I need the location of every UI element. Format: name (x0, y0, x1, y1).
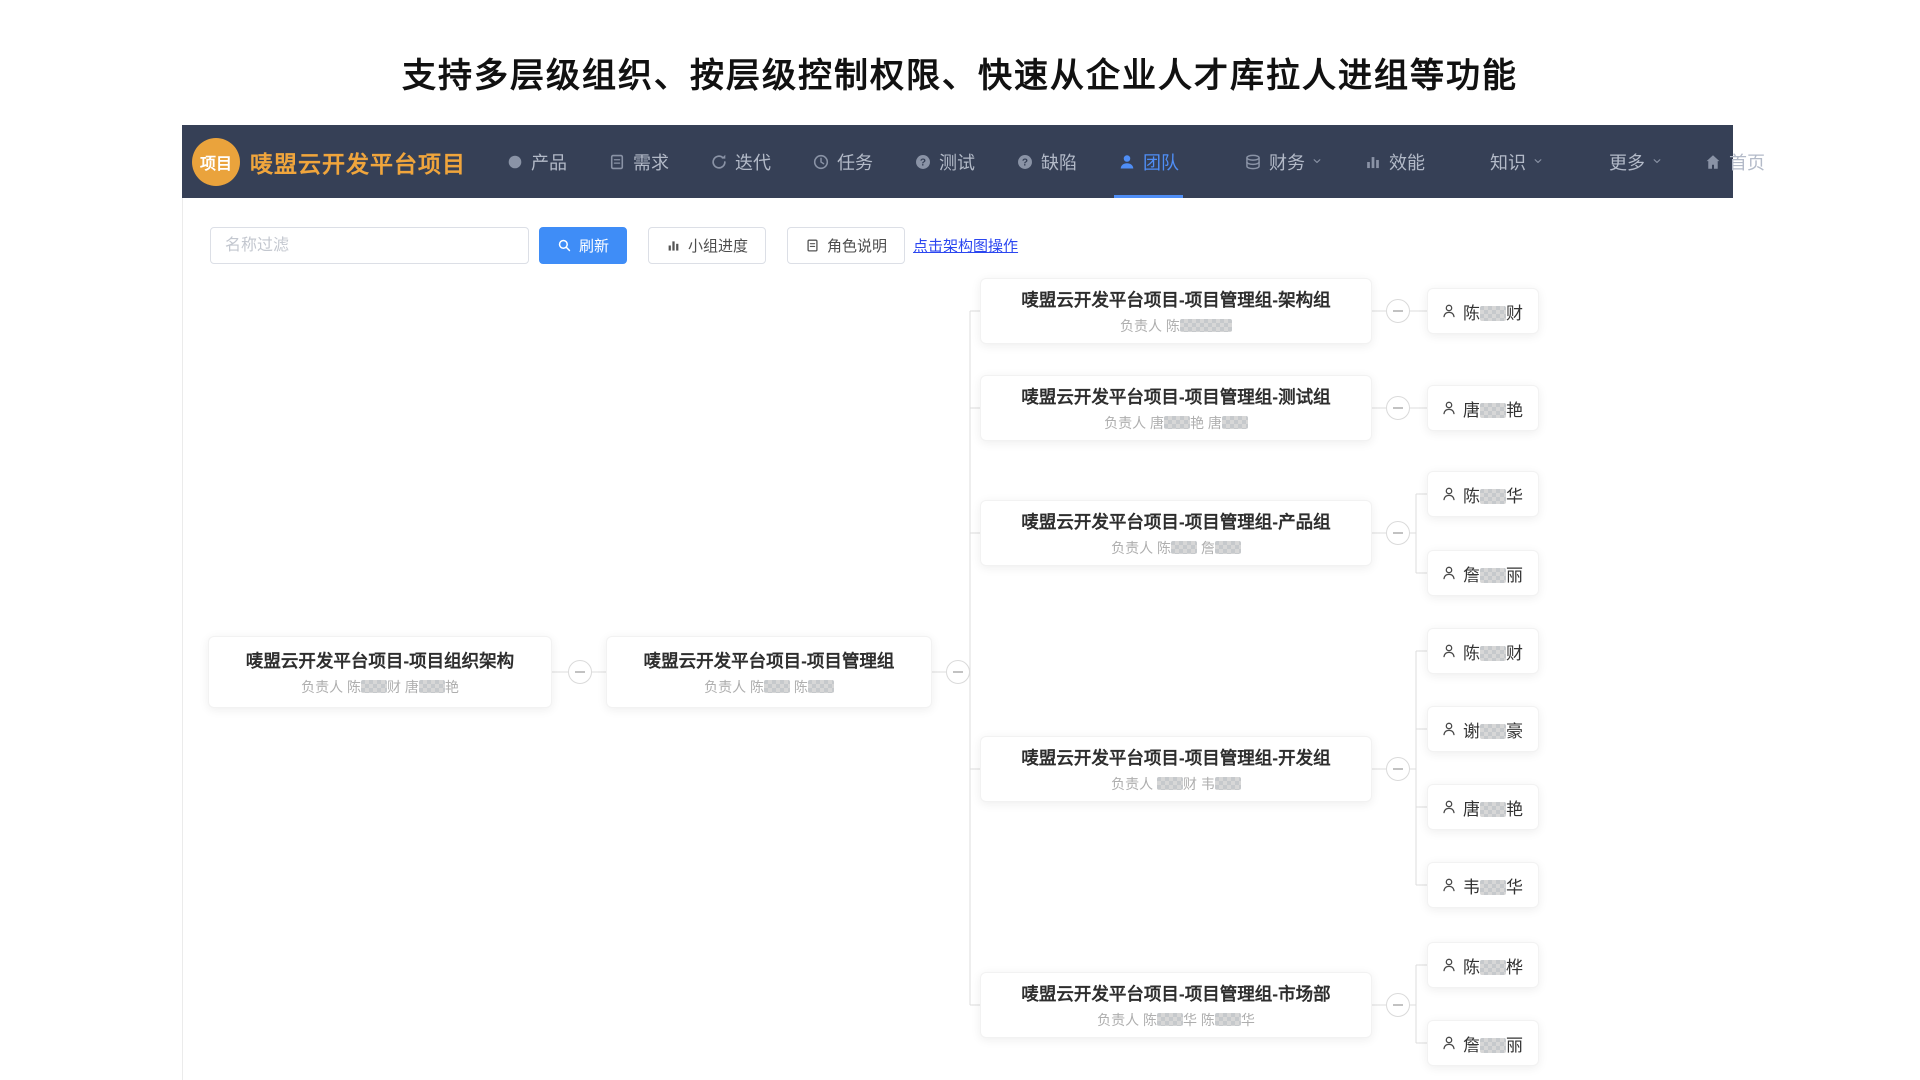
org-node-group-4[interactable]: 唛盟云开发平台项目-项目管理组-开发组负责人 财 韦 (980, 736, 1372, 802)
member-name: 韦华 (1463, 873, 1523, 898)
screen: 支持多层级组织、按层级控制权限、快速从企业人才库拉人进组等功能 项目 唛盟云开发… (0, 0, 1920, 1080)
member-chip[interactable]: 陈桦 (1427, 942, 1539, 988)
collapse-toggle[interactable] (568, 660, 592, 684)
censored-text (419, 680, 445, 693)
collapse-toggle[interactable] (1386, 757, 1410, 781)
censored-text (1157, 777, 1183, 790)
censored-text (1480, 568, 1506, 583)
person-outline-icon (1441, 565, 1457, 581)
person-outline-icon (1441, 400, 1457, 416)
org-node-title: 唛盟云开发平台项目-项目管理组-架构组 (1021, 287, 1330, 312)
collapse-toggle[interactable] (946, 660, 970, 684)
collapse-toggle[interactable] (1386, 521, 1410, 545)
minus-icon (953, 671, 963, 673)
censored-text (1480, 646, 1506, 661)
censored-text (1164, 416, 1190, 429)
org-node-manager[interactable]: 唛盟云开发平台项目-项目管理组负责人 陈 陈 (606, 636, 932, 708)
censored-text (808, 680, 834, 693)
member-chip[interactable]: 唐艳 (1427, 784, 1539, 830)
member-name: 陈华 (1463, 482, 1523, 507)
member-name: 陈财 (1463, 299, 1523, 324)
censored-text (1215, 1013, 1241, 1026)
org-node-group-5[interactable]: 唛盟云开发平台项目-项目管理组-市场部负责人 陈华 陈华 (980, 972, 1372, 1038)
member-name: 詹丽 (1463, 561, 1523, 586)
org-node-leaders: 负责人 陈 (1120, 316, 1232, 336)
member-chip[interactable]: 陈华 (1427, 471, 1539, 517)
member-name: 唐艳 (1463, 396, 1523, 421)
org-node-leaders: 负责人 陈 陈 (704, 677, 834, 697)
org-node-leaders: 负责人 陈财 唐艳 (301, 677, 459, 697)
collapse-toggle[interactable] (1386, 396, 1410, 420)
censored-text (1480, 724, 1506, 739)
org-node-leaders: 负责人 唐艳 唐 (1104, 413, 1248, 433)
member-chip[interactable]: 陈财 (1427, 628, 1539, 674)
connector-lines (0, 0, 1920, 1080)
person-outline-icon (1441, 303, 1457, 319)
member-chip[interactable]: 陈财 (1427, 288, 1539, 334)
member-name: 陈财 (1463, 639, 1523, 664)
org-node-leaders: 负责人 财 韦 (1111, 774, 1241, 794)
member-chip[interactable]: 詹丽 (1427, 550, 1539, 596)
member-name: 唐艳 (1463, 795, 1523, 820)
person-outline-icon (1441, 799, 1457, 815)
org-node-leaders: 负责人 陈华 陈华 (1097, 1010, 1255, 1030)
org-node-root[interactable]: 唛盟云开发平台项目-项目组织架构负责人 陈财 唐艳 (208, 636, 552, 708)
minus-icon (1393, 407, 1403, 409)
censored-text (1480, 489, 1506, 504)
censored-text (1480, 802, 1506, 817)
censored-text (764, 680, 790, 693)
minus-icon (575, 671, 585, 673)
censored-text (1480, 960, 1506, 975)
person-outline-icon (1441, 877, 1457, 893)
org-node-title: 唛盟云开发平台项目-项目管理组 (644, 648, 895, 673)
member-chip[interactable]: 韦华 (1427, 862, 1539, 908)
censored-text (1480, 880, 1506, 895)
minus-icon (1393, 768, 1403, 770)
person-outline-icon (1441, 1035, 1457, 1051)
person-outline-icon (1441, 721, 1457, 737)
censored-text (1222, 416, 1248, 429)
minus-icon (1393, 1004, 1403, 1006)
censored-text (1157, 1013, 1183, 1026)
censored-text (361, 680, 387, 693)
org-node-group-2[interactable]: 唛盟云开发平台项目-项目管理组-测试组负责人 唐艳 唐 (980, 375, 1372, 441)
censored-text (1215, 541, 1241, 554)
org-node-title: 唛盟云开发平台项目-项目管理组-测试组 (1021, 384, 1330, 409)
member-chip[interactable]: 谢豪 (1427, 706, 1539, 752)
org-node-leaders: 负责人 陈 詹 (1111, 538, 1241, 558)
censored-text (1480, 306, 1506, 321)
person-outline-icon (1441, 643, 1457, 659)
censored-text (1215, 777, 1241, 790)
censored-text (1480, 1038, 1506, 1053)
member-name: 詹丽 (1463, 1031, 1523, 1056)
member-chip[interactable]: 唐艳 (1427, 385, 1539, 431)
member-chip[interactable]: 詹丽 (1427, 1020, 1539, 1066)
censored-text (1171, 541, 1197, 554)
org-chart-canvas: 唛盟云开发平台项目-项目组织架构负责人 陈财 唐艳唛盟云开发平台项目-项目管理组… (0, 0, 1920, 1080)
minus-icon (1393, 310, 1403, 312)
person-outline-icon (1441, 486, 1457, 502)
org-node-title: 唛盟云开发平台项目-项目组织架构 (246, 648, 514, 673)
org-node-title: 唛盟云开发平台项目-项目管理组-开发组 (1021, 745, 1330, 770)
org-node-title: 唛盟云开发平台项目-项目管理组-产品组 (1021, 509, 1330, 534)
censored-text (1480, 403, 1506, 418)
person-outline-icon (1441, 957, 1457, 973)
org-node-title: 唛盟云开发平台项目-项目管理组-市场部 (1021, 981, 1330, 1006)
collapse-toggle[interactable] (1386, 993, 1410, 1017)
censored-text (1180, 319, 1232, 332)
org-node-group-1[interactable]: 唛盟云开发平台项目-项目管理组-架构组负责人 陈 (980, 278, 1372, 344)
member-name: 陈桦 (1463, 953, 1523, 978)
member-name: 谢豪 (1463, 717, 1523, 742)
minus-icon (1393, 532, 1403, 534)
org-node-group-3[interactable]: 唛盟云开发平台项目-项目管理组-产品组负责人 陈 詹 (980, 500, 1372, 566)
collapse-toggle[interactable] (1386, 299, 1410, 323)
